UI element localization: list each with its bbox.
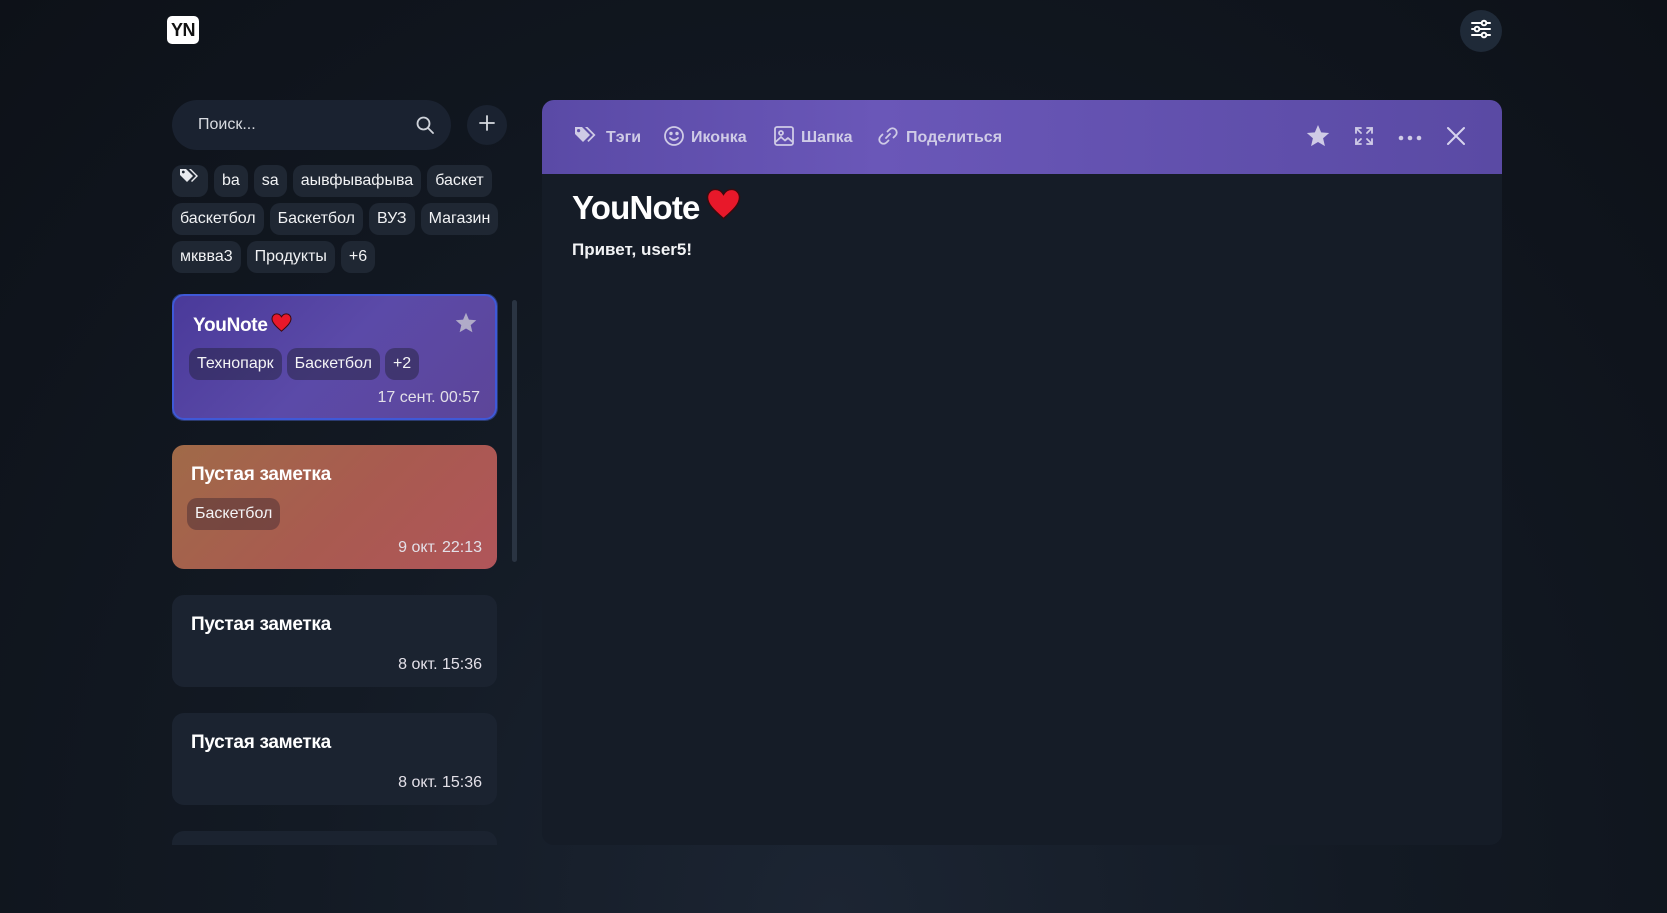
note-tag-chip[interactable]: Баскетбол bbox=[286, 348, 380, 380]
note-title-text: YouNote bbox=[193, 314, 268, 336]
tag-chip[interactable]: Баскетбол bbox=[269, 203, 363, 235]
notes-list: YouNote Технопарк Баскетбол +2 17 сент. … bbox=[172, 294, 498, 845]
note-body-editable[interactable]: Привет, user5! bbox=[572, 240, 692, 260]
note-tag-chip[interactable]: Технопарк bbox=[189, 348, 282, 380]
note-tag-chip[interactable]: +2 bbox=[384, 348, 420, 380]
note-title-text: YouNote bbox=[572, 189, 700, 226]
note-date: 17 сент. 00:57 bbox=[377, 389, 480, 406]
note-title: Пустая заметка bbox=[191, 464, 331, 485]
search-box bbox=[172, 100, 451, 150]
tag-chip[interactable]: ВУЗ bbox=[368, 203, 415, 235]
tag-chip[interactable]: аывфывафыва bbox=[292, 165, 422, 197]
tag-chip[interactable]: Продукты bbox=[246, 241, 335, 273]
note-card[interactable]: Пустая заметка 8 окт. 15:36 bbox=[172, 713, 497, 805]
plus-icon bbox=[479, 114, 495, 136]
editor-header: Тэги Иконка Шапка Поделиться bbox=[542, 100, 1502, 174]
note-card[interactable]: Пустая заметка Баскетбол 9 окт. 22:13 bbox=[172, 445, 497, 569]
more-tags-chip[interactable]: +6 bbox=[340, 241, 376, 273]
tags-button-label: Тэги bbox=[606, 129, 642, 146]
note-tag-chip[interactable]: Баскетбол bbox=[187, 498, 281, 530]
tag-chip[interactable]: баскет bbox=[427, 165, 492, 197]
favorite-button[interactable] bbox=[1303, 123, 1333, 153]
more-icon bbox=[1398, 129, 1422, 147]
tag-chip[interactable]: баскетбол bbox=[172, 203, 264, 235]
note-card[interactable]: Пустая заметка 8 окт. 15:36 bbox=[172, 595, 497, 687]
heart-icon bbox=[706, 188, 741, 228]
tag-chip[interactable]: мквва3 bbox=[172, 241, 241, 273]
icon-button[interactable]: Иконка bbox=[663, 125, 747, 151]
note-title: Пустая заметка bbox=[191, 614, 331, 635]
tags-button[interactable]: Тэги bbox=[574, 125, 641, 151]
settings-button[interactable] bbox=[1460, 10, 1502, 52]
tag-icon bbox=[574, 125, 600, 152]
top-bar: YN bbox=[0, 0, 1667, 60]
tag-chip[interactable]: Магазин bbox=[420, 203, 499, 235]
smile-icon bbox=[663, 125, 685, 152]
image-icon bbox=[773, 125, 795, 152]
header-image-button-label: Шапка bbox=[801, 129, 853, 146]
note-title: YouNote bbox=[193, 313, 292, 338]
note-card-selected[interactable]: YouNote Технопарк Баскетбол +2 17 сент. … bbox=[172, 294, 497, 420]
share-button-label: Поделиться bbox=[906, 129, 1003, 146]
tag-chip[interactable]: sa bbox=[253, 165, 287, 197]
note-date: 8 окт. 15:36 bbox=[398, 656, 482, 673]
settings-sliders-icon bbox=[1470, 18, 1492, 45]
fullscreen-button[interactable] bbox=[1349, 123, 1379, 153]
close-editor-button[interactable] bbox=[1441, 123, 1471, 153]
note-editor: Тэги Иконка Шапка Поделиться YouNote При… bbox=[542, 100, 1502, 845]
fullscreen-icon bbox=[1354, 126, 1374, 151]
favorite-star-icon[interactable] bbox=[454, 311, 478, 340]
search-input[interactable] bbox=[198, 100, 408, 150]
note-date: 9 окт. 22:13 bbox=[398, 539, 482, 556]
note-title: Пустая заметка bbox=[191, 732, 331, 753]
note-tags: Технопарк Баскетбол +2 bbox=[189, 348, 420, 380]
sidebar: ba sa аывфывафыва баскет баскетбол Баске… bbox=[172, 100, 522, 845]
note-card-partial[interactable] bbox=[172, 831, 497, 845]
tag-filter-button[interactable] bbox=[172, 165, 208, 197]
search-icon[interactable] bbox=[415, 115, 435, 135]
link-icon bbox=[876, 125, 900, 152]
star-icon bbox=[1305, 123, 1331, 154]
note-title-editable[interactable]: YouNote bbox=[572, 188, 741, 228]
header-image-button[interactable]: Шапка bbox=[773, 125, 853, 151]
app-logo[interactable]: YN bbox=[167, 16, 199, 44]
tag-filter-list: ba sa аывфывафыва баскет баскетбол Баске… bbox=[172, 165, 512, 273]
add-note-button[interactable] bbox=[467, 105, 507, 145]
icon-button-label: Иконка bbox=[691, 129, 747, 146]
tag-icon bbox=[179, 165, 201, 197]
notes-scrollbar[interactable] bbox=[512, 300, 517, 562]
heart-icon bbox=[271, 313, 292, 338]
tag-chip[interactable]: ba bbox=[214, 165, 248, 197]
share-button[interactable]: Поделиться bbox=[876, 125, 1002, 151]
note-tags: Баскетбол bbox=[187, 498, 281, 530]
close-icon bbox=[1446, 126, 1466, 151]
note-date: 8 окт. 15:36 bbox=[398, 774, 482, 791]
more-options-button[interactable] bbox=[1395, 123, 1425, 153]
